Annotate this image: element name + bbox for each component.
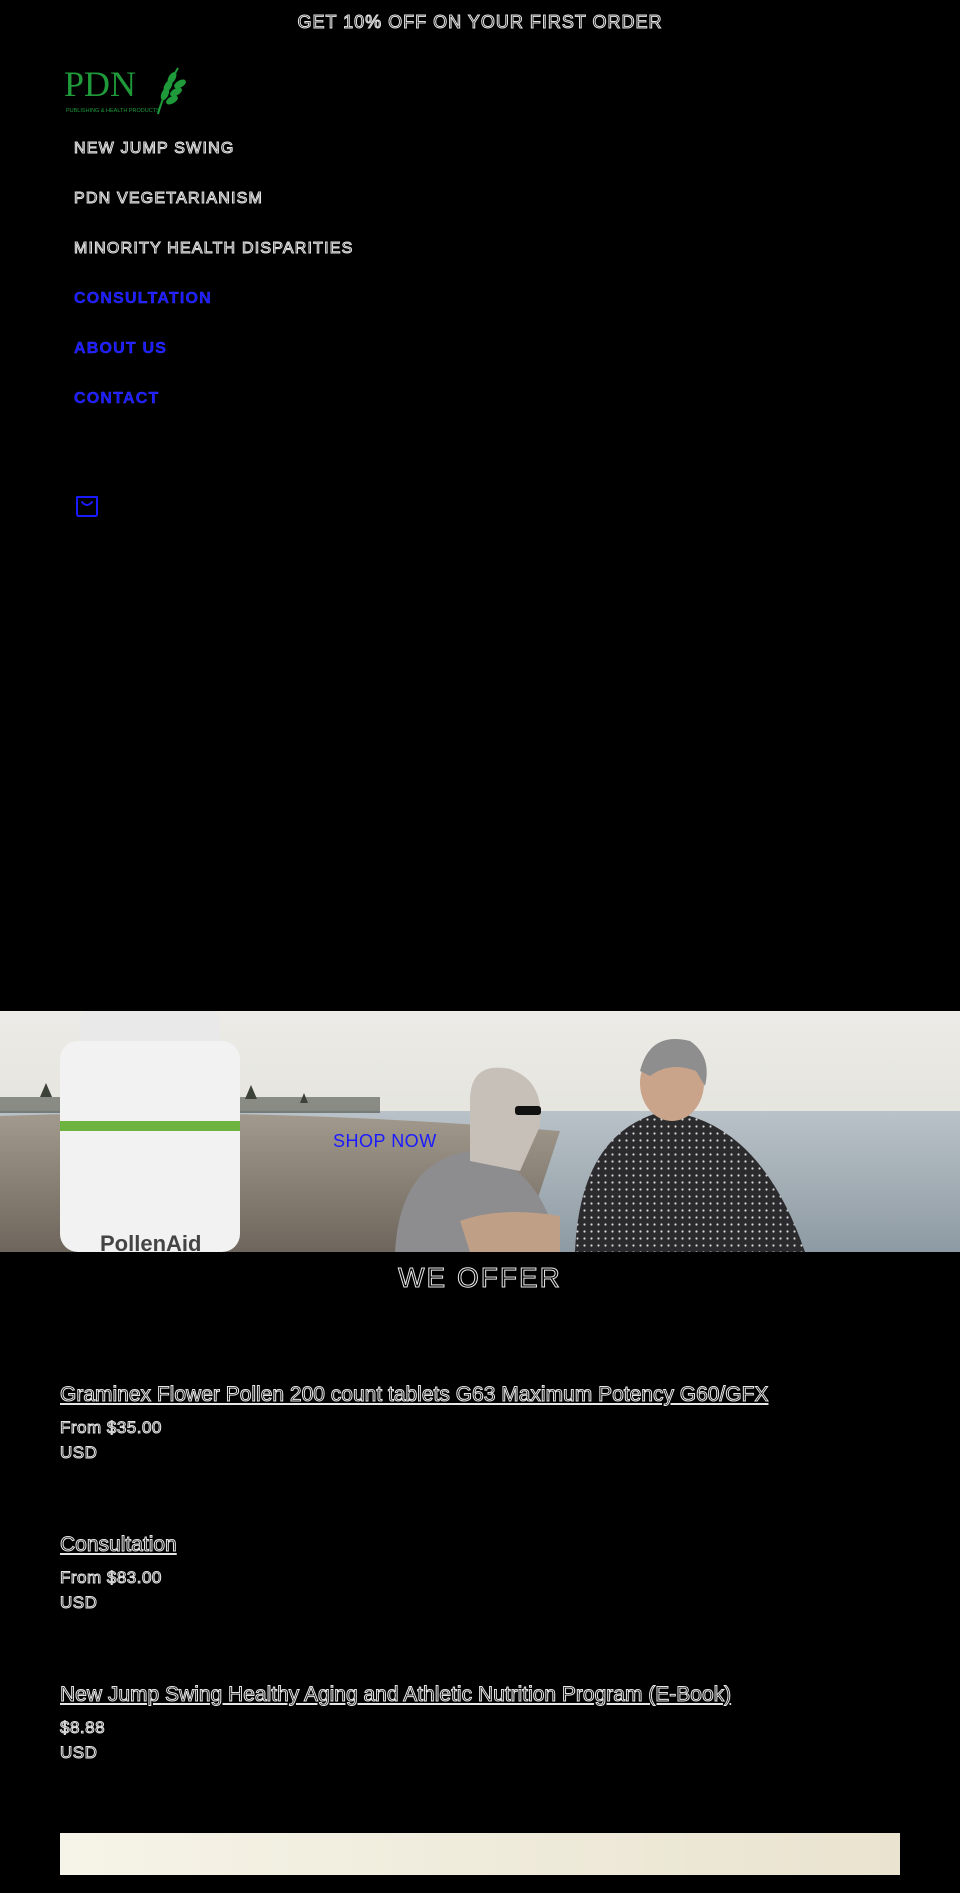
cart-icon[interactable] [74,492,100,518]
nav-item-new-jump-swing[interactable]: NEW JUMP SWING [74,140,235,158]
nav-item-contact[interactable]: CONTACT [74,390,159,408]
product-title[interactable]: Consultation [60,1533,178,1557]
product-image [60,1833,900,1893]
logo-wordmark: PDN [64,64,136,104]
nav-item-consultation[interactable]: CONSULTATION [74,290,212,308]
product-price: From $83.00 [60,1568,162,1588]
bottle-label: PollenAid [100,1231,201,1252]
product-price: $8.88 [59,1718,106,1738]
product-title[interactable]: Graminex Flower Pollen 200 count tablets… [59,1383,768,1407]
logo[interactable]: PDN PUBLISHING & HEALTH PRODUCTS [64,62,194,120]
product-currency: USD [59,1593,98,1613]
nav-item-about-us[interactable]: ABOUT US [74,340,167,358]
announcement-bar: GET 10% OFF ON YOUR FIRST ORDER [297,12,663,33]
hero-banner: PollenAid SHOP NOW [0,1011,960,1252]
shop-now-button[interactable]: SHOP NOW [333,1131,437,1152]
product-price: From $35.00 [60,1418,162,1438]
wheat-icon [157,67,186,115]
section-title: WE OFFER [398,1262,562,1294]
product-currency: USD [59,1743,98,1763]
nav-item-pdn-vegetarianism[interactable]: PDN VEGETARIANISM [73,190,263,208]
nav-item-minority-health-disparities[interactable]: MINORITY HEALTH DISPARITIES [74,240,354,258]
product-title[interactable]: New Jump Swing Healthy Aging and Athleti… [59,1683,731,1707]
product-currency: USD [59,1443,98,1463]
logo-tagline: PUBLISHING & HEALTH PRODUCTS [66,108,160,114]
hero-image: PollenAid [0,1011,960,1252]
